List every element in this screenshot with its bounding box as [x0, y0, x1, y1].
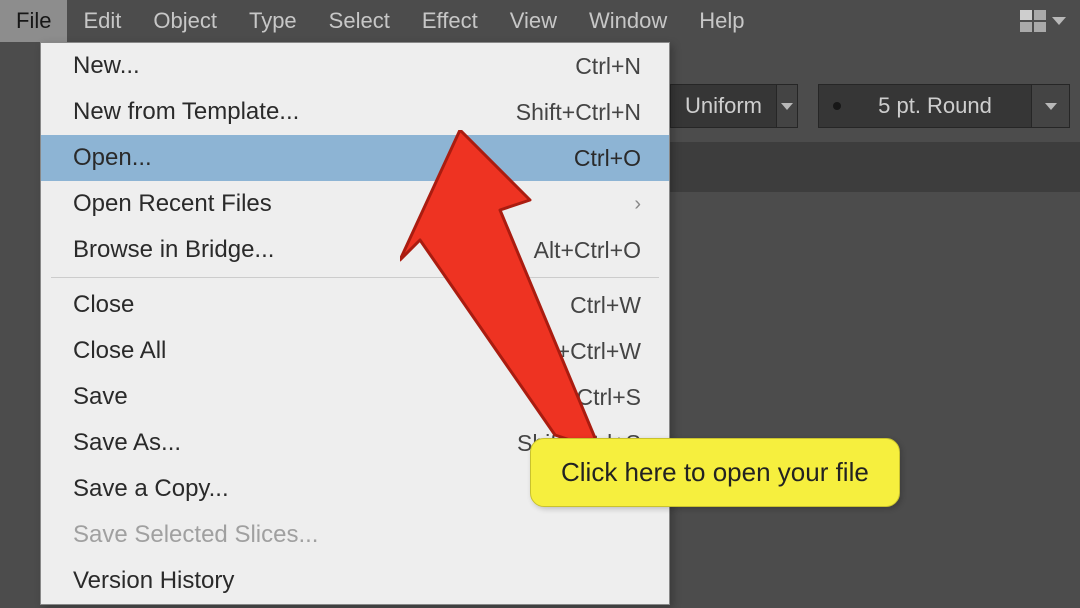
- menu-item-shortcut: Ctrl+W: [570, 292, 641, 319]
- menu-item-label: Save As...: [73, 429, 181, 457]
- menu-item-save-as[interactable]: Save As... Shift+Ctrl+S: [41, 420, 669, 466]
- menu-item-label: Close: [73, 291, 134, 319]
- menu-item-close[interactable]: Close Ctrl+W: [41, 282, 669, 328]
- brush-preset-dropdown[interactable]: 5 pt. Round: [818, 84, 1070, 128]
- menu-item-label: New from Template...: [73, 98, 299, 126]
- menu-item-shortcut: Ctrl+N: [575, 53, 641, 80]
- menu-file[interactable]: File: [0, 0, 67, 42]
- brush-dot-icon: [833, 102, 841, 110]
- menu-item-label: Open...: [73, 144, 152, 172]
- menu-help[interactable]: Help: [683, 0, 760, 42]
- menu-view[interactable]: View: [494, 0, 573, 42]
- document-tab-strip: [670, 142, 1080, 192]
- menu-item-label: Browse in Bridge...: [73, 236, 274, 264]
- brush-preset-label: 5 pt. Round: [853, 93, 1017, 119]
- menu-window[interactable]: Window: [573, 0, 683, 42]
- menu-item-shortcut: Alt+Ctrl+W: [530, 338, 641, 365]
- menu-select[interactable]: Select: [313, 0, 406, 42]
- menu-item-close-all[interactable]: Close All Alt+Ctrl+W: [41, 328, 669, 374]
- chevron-down-icon: [1031, 85, 1069, 127]
- menu-item-version-history[interactable]: Version History: [41, 558, 669, 604]
- menu-item-shortcut: Shift+Ctrl+N: [516, 99, 641, 126]
- menu-item-open-recent-files[interactable]: Open Recent Files ›: [41, 181, 669, 227]
- menu-item-new[interactable]: New... Ctrl+N: [41, 43, 669, 89]
- menu-edit[interactable]: Edit: [67, 0, 137, 42]
- stroke-profile-label: Uniform: [685, 93, 762, 119]
- menu-item-new-from-template[interactable]: New from Template... Shift+Ctrl+N: [41, 89, 669, 135]
- menu-item-save[interactable]: Save Ctrl+S: [41, 374, 669, 420]
- menu-item-label: New...: [73, 52, 140, 80]
- menu-item-shortcut: Alt+Ctrl+S: [536, 476, 641, 503]
- menu-item-label: Version History: [73, 567, 234, 595]
- chevron-down-icon: [1052, 17, 1066, 25]
- menu-separator: [51, 277, 659, 278]
- menu-item-label: Save: [73, 383, 128, 411]
- menu-item-shortcut: Ctrl+S: [576, 384, 641, 411]
- menu-item-browse-in-bridge[interactable]: Browse in Bridge... Alt+Ctrl+O: [41, 227, 669, 273]
- menu-item-label: Open Recent Files: [73, 190, 272, 218]
- menu-effect[interactable]: Effect: [406, 0, 494, 42]
- menu-item-save-selected-slices: Save Selected Slices...: [41, 512, 669, 558]
- menu-bar: File Edit Object Type Select Effect View…: [0, 0, 1080, 42]
- menu-item-label: Save Selected Slices...: [73, 521, 318, 549]
- menu-item-shortcut: Shift+Ctrl+S: [517, 430, 641, 457]
- menu-item-shortcut: Alt+Ctrl+O: [534, 237, 641, 264]
- menu-item-label: Close All: [73, 337, 166, 365]
- menu-type[interactable]: Type: [233, 0, 313, 42]
- workspace-switcher[interactable]: [1006, 10, 1080, 32]
- workspace-grid-icon: [1020, 10, 1046, 32]
- menu-item-label: Save a Copy...: [73, 475, 229, 503]
- chevron-down-icon: [776, 85, 797, 127]
- stroke-profile-dropdown[interactable]: Uniform: [670, 84, 798, 128]
- menu-item-shortcut: Ctrl+O: [574, 145, 641, 172]
- menu-item-open[interactable]: Open... Ctrl+O: [41, 135, 669, 181]
- menu-item-save-a-copy[interactable]: Save a Copy... Alt+Ctrl+S: [41, 466, 669, 512]
- chevron-right-icon: ›: [634, 193, 641, 216]
- file-dropdown-menu: New... Ctrl+N New from Template... Shift+Ct…: [40, 42, 670, 605]
- menu-object[interactable]: Object: [137, 0, 233, 42]
